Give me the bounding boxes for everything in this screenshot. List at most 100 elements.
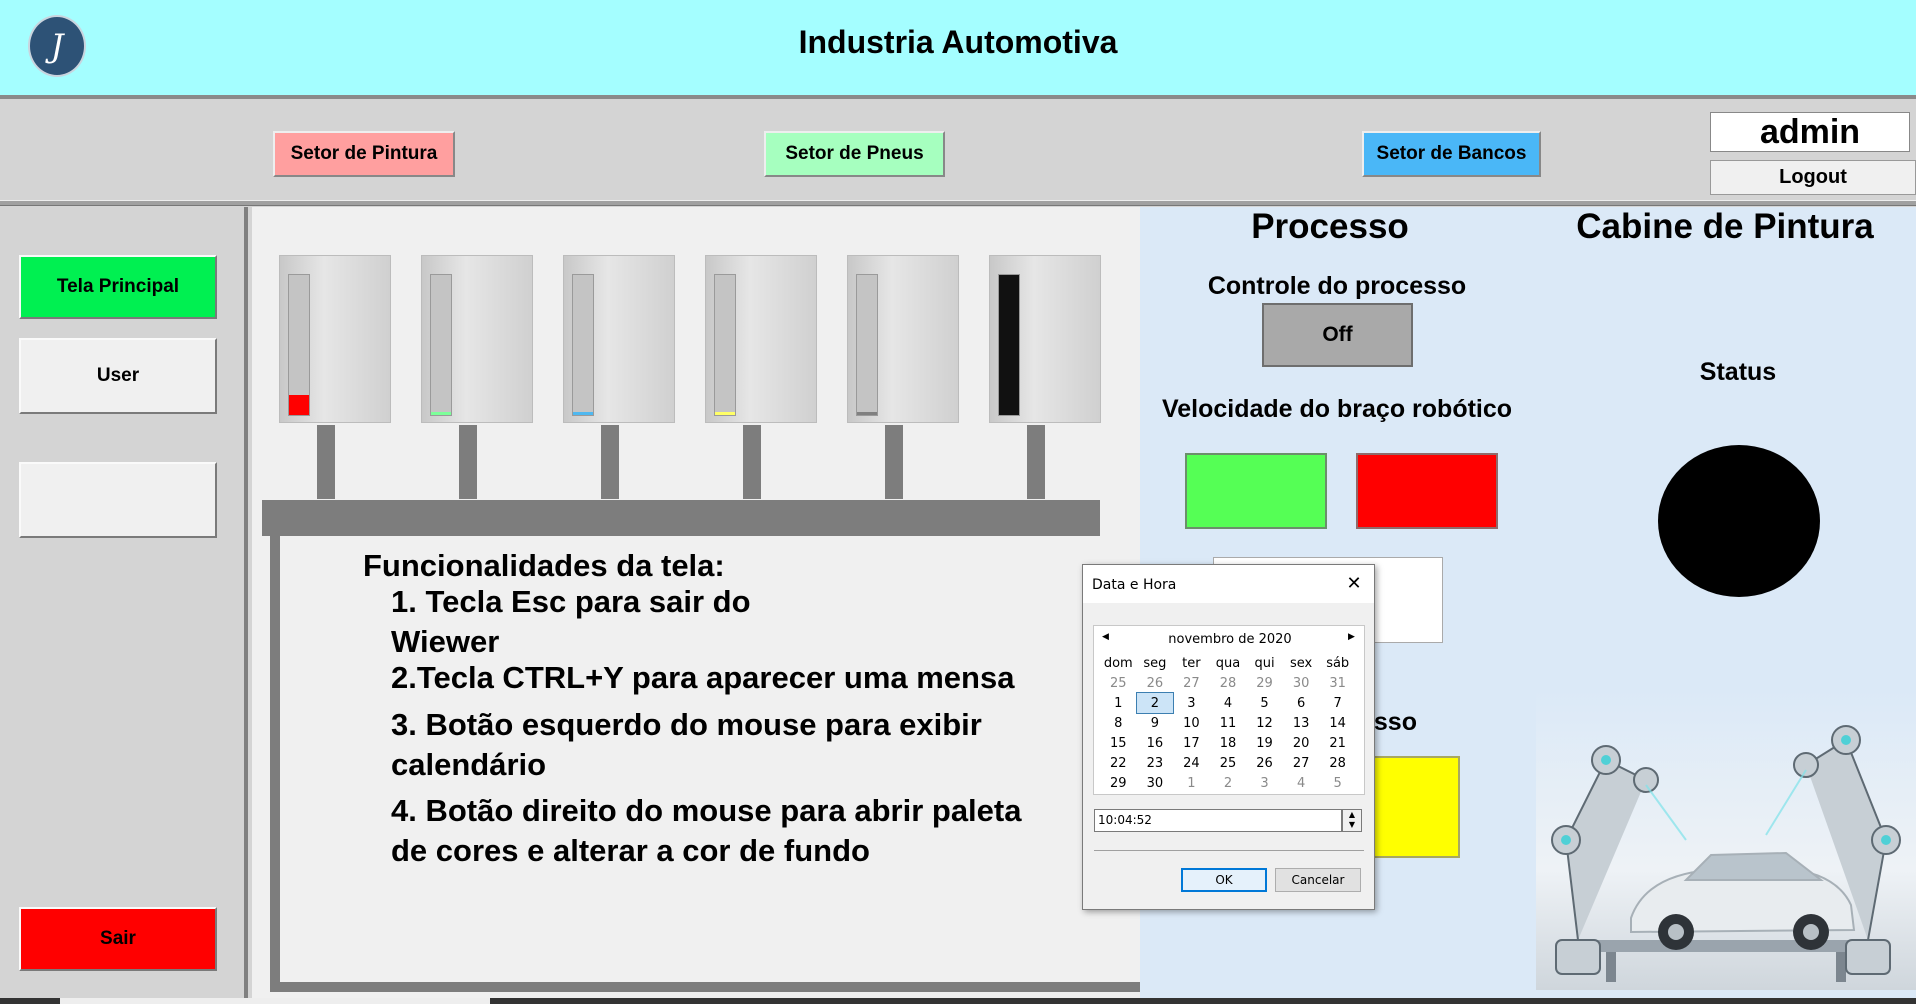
calendar-day[interactable]: 9	[1137, 713, 1174, 733]
calendar-day[interactable]: 19	[1246, 733, 1283, 753]
tank-pipe	[317, 425, 335, 499]
tank-level-bar	[430, 274, 452, 416]
calendar-day[interactable]: 5	[1319, 773, 1356, 793]
calendar-day[interactable]: 29	[1246, 673, 1283, 693]
calendar-day[interactable]: 27	[1173, 673, 1210, 693]
calendar-day[interactable]: 1	[1100, 693, 1137, 713]
calendar-weekday: seg	[1143, 655, 1167, 671]
tank-fill	[999, 275, 1019, 415]
calendar-day[interactable]: 3	[1246, 773, 1283, 793]
calendar-day[interactable]: 29	[1100, 773, 1137, 793]
function-item-2: 2.Tecla CTRL+Y para aparecer uma mensa	[391, 660, 1015, 695]
calendar-day[interactable]: 26	[1246, 753, 1283, 773]
calendar-day[interactable]: 8	[1100, 713, 1137, 733]
calendar-day[interactable]: 13	[1283, 713, 1320, 733]
calendar-day[interactable]: 27	[1283, 753, 1320, 773]
calendar-day[interactable]: 18	[1210, 733, 1247, 753]
calendar-day[interactable]: 12	[1246, 713, 1283, 733]
calendar-day[interactable]: 24	[1173, 753, 1210, 773]
calendar-day[interactable]: 14	[1319, 713, 1356, 733]
cancel-button[interactable]: Cancelar	[1275, 868, 1361, 892]
calendar-day[interactable]: 4	[1283, 773, 1320, 793]
status-indicator-light	[1658, 445, 1820, 597]
calendar-week: 15 16 17 18 19 20 21	[1100, 733, 1356, 753]
bottom-border-highlight	[60, 998, 490, 1004]
setor-bancos-button[interactable]: Setor de Bancos	[1362, 131, 1541, 177]
calendar-day[interactable]: 10	[1173, 713, 1210, 733]
calendar-day[interactable]: 5	[1246, 693, 1283, 713]
function-item-3-line2: calendário	[391, 747, 547, 782]
tank-fill	[857, 412, 877, 415]
current-user-display: admin	[1710, 112, 1910, 152]
calendar-day[interactable]: 31	[1319, 673, 1356, 693]
dialog-title: Data e Hora	[1092, 577, 1177, 593]
calendar-day[interactable]: 6	[1283, 693, 1320, 713]
paint-tank-blue	[563, 255, 675, 423]
time-input[interactable]: 10:04:52	[1094, 809, 1342, 832]
calendar-day[interactable]: 17	[1173, 733, 1210, 753]
process-toggle-button[interactable]: Off	[1262, 303, 1413, 367]
functions-title: Funcionalidades da tela:	[363, 548, 725, 583]
tank-fill	[573, 412, 593, 415]
calendar-day[interactable]: 11	[1210, 713, 1247, 733]
calendar-day[interactable]: 15	[1100, 733, 1137, 753]
spin-down-icon[interactable]: ▼	[1343, 820, 1361, 830]
speed-decrease-button[interactable]	[1356, 453, 1498, 529]
date-time-dialog: Data e Hora ✕ novembro de 2020 ◀ ▶ dom se…	[1082, 564, 1375, 910]
tank-level-bar	[998, 274, 1020, 416]
spin-up-icon[interactable]: ▲	[1343, 810, 1361, 820]
calendar-day[interactable]: 4	[1210, 693, 1247, 713]
calendar-day[interactable]: 2	[1210, 773, 1247, 793]
user-button[interactable]: User	[19, 338, 217, 414]
tank-level-bar	[714, 274, 736, 416]
calendar-day[interactable]: 3	[1173, 693, 1210, 713]
calendar-grid: dom seg ter qua qui sex sáb 25 26 27 28 29 30 31 1 2 3 4…	[1100, 653, 1356, 793]
setor-pintura-button[interactable]: Setor de Pintura	[273, 131, 455, 177]
tank-pipe	[1027, 425, 1045, 499]
setor-pneus-button[interactable]: Setor de Pneus	[764, 131, 945, 177]
calendar-day[interactable]: 2	[1135, 692, 1175, 714]
calendar-day[interactable]: 23	[1137, 753, 1174, 773]
tela-principal-button[interactable]: Tela Principal	[19, 255, 217, 319]
function-item-1-line2: Wiewer	[391, 624, 500, 659]
calendar-day[interactable]: 25	[1210, 753, 1247, 773]
paint-tank-red	[279, 255, 391, 423]
blank-button[interactable]	[19, 462, 217, 538]
calendar-day[interactable]: 21	[1319, 733, 1356, 753]
frame-left	[270, 530, 280, 990]
previous-month-icon[interactable]: ◀	[1102, 632, 1109, 642]
logout-button[interactable]: Logout	[1710, 160, 1916, 195]
tank-level-bar	[288, 274, 310, 416]
calendar-day[interactable]: 1	[1173, 773, 1210, 793]
calendar-day[interactable]: 30	[1137, 773, 1174, 793]
tank-fill	[715, 412, 735, 415]
time-spinner[interactable]: ▲ ▼	[1342, 809, 1362, 832]
calendar: novembro de 2020 ◀ ▶ dom seg ter qua qui sex s…	[1093, 625, 1365, 795]
close-icon[interactable]: ✕	[1343, 573, 1365, 595]
tank-pipe	[459, 425, 477, 499]
next-month-icon[interactable]: ▶	[1348, 632, 1355, 642]
calendar-day[interactable]: 20	[1283, 733, 1320, 753]
calendar-day[interactable]: 28	[1319, 753, 1356, 773]
app-title: Industria Automotiva	[798, 24, 1118, 60]
process-indicator	[1372, 756, 1460, 858]
calendar-day[interactable]: 22	[1100, 753, 1137, 773]
paint-tank-yellow	[705, 255, 817, 423]
function-item-3-line1: 3. Botão esquerdo do mouse para exibir	[391, 707, 982, 742]
ok-button[interactable]: OK	[1181, 868, 1267, 892]
speed-increase-button[interactable]	[1185, 453, 1327, 529]
toolbar-divider	[0, 200, 1916, 206]
calendar-day[interactable]: 25	[1100, 673, 1137, 693]
calendar-day[interactable]: 16	[1137, 733, 1174, 753]
calendar-weekday: qui	[1254, 655, 1275, 671]
process-control-label: Controle do processo	[1207, 272, 1467, 300]
calendar-day[interactable]: 7	[1319, 693, 1356, 713]
calendar-day[interactable]: 28	[1210, 673, 1247, 693]
calendar-weekday: ter	[1182, 655, 1201, 671]
calendar-weekday: sex	[1289, 655, 1313, 671]
sair-button[interactable]: Sair	[19, 907, 217, 971]
function-item-1: 1. Tecla Esc para sair do Wiewer	[391, 582, 751, 662]
function-item-4-line1: 4. Botão direito do mouse para abrir pal…	[391, 793, 1022, 828]
calendar-day[interactable]: 30	[1283, 673, 1320, 693]
calendar-day[interactable]: 26	[1137, 673, 1174, 693]
